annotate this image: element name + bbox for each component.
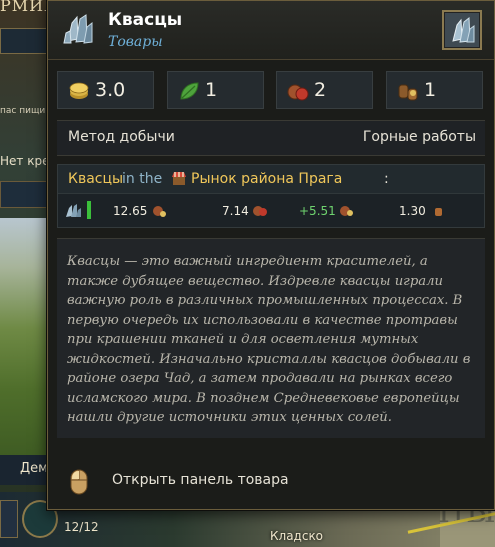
extraction-method-row: Метод добычи Горные работы	[57, 120, 485, 156]
goods-stats-row: 3.0 1 2 1	[57, 71, 485, 109]
barrel-small-icon	[435, 208, 442, 216]
market-supply-value: 7.14	[222, 204, 249, 218]
barrels-icon	[398, 84, 418, 101]
alum-crystal-icon	[452, 16, 475, 43]
market-balance-value: +5.51	[299, 204, 336, 218]
market-header: Квасцы in the Рынок района Прага :	[58, 165, 484, 194]
market-colon: :	[384, 171, 389, 187]
demand-goods-icon	[340, 206, 353, 216]
city-label[interactable]: Кладско	[270, 529, 323, 543]
background-dem-tab[interactable]: Дем	[0, 455, 50, 485]
extraction-method-label: Метод добычи	[68, 129, 175, 145]
market-name[interactable]: Рынок района Прага	[191, 171, 342, 187]
stat-value: 1	[205, 79, 218, 101]
goods-tooltip: Квасцы Товары 3.0 1 2 1 Метод добычи Гор…	[47, 0, 495, 510]
stat-goods[interactable]: 2	[276, 71, 373, 109]
stat-barrels[interactable]: 1	[386, 71, 483, 109]
leaf-icon	[180, 82, 199, 100]
stat-value: 3.0	[95, 79, 126, 101]
market-price-value: 12.65	[113, 204, 148, 218]
stat-base-price[interactable]: 3.0	[57, 71, 154, 109]
background-icon-row[interactable]	[0, 181, 50, 208]
background-net-text: Нет кре	[0, 154, 50, 168]
alum-crystal-icon	[66, 204, 81, 217]
market-info: Квасцы in the Рынок района Прага : 12.65	[57, 164, 485, 228]
goods-sack-icon	[287, 84, 309, 101]
price-coin-sack-icon	[153, 206, 166, 217]
goods-title: Квасцы	[108, 10, 183, 30]
market-stall-icon	[172, 172, 186, 185]
open-goods-panel-action[interactable]: Открыть панель товара	[70, 463, 330, 497]
market-extra-value: 1.30	[399, 204, 426, 218]
open-goods-panel-label[interactable]: Открыть панель товара	[112, 472, 289, 488]
stat-value: 2	[314, 79, 327, 101]
stat-leaf[interactable]: 1	[167, 71, 264, 109]
slot-count: 12/12	[64, 520, 99, 534]
market-good-name[interactable]: Квасцы	[68, 171, 123, 187]
gold-coin-icon	[69, 82, 89, 99]
alum-crystal-icon	[63, 14, 93, 44]
supply-goods-icon	[253, 206, 267, 216]
background-small-text: пас пищи	[0, 106, 46, 116]
market-values-row: 12.65 7.14 +5.51 1.30	[58, 195, 484, 227]
goods-description: Квасцы — это важный ингредиент красителе…	[57, 238, 485, 438]
supply-indicator-bar	[87, 201, 91, 219]
market-in-text: in the	[122, 171, 163, 187]
bottom-slot-button[interactable]	[0, 500, 18, 538]
goods-icon-button[interactable]	[442, 10, 482, 50]
stat-value: 1	[424, 79, 437, 101]
extraction-method-value[interactable]: Горные работы	[363, 129, 476, 145]
mouse-left-click-icon	[70, 469, 88, 495]
landscape-painting	[0, 218, 50, 463]
tooltip-header: Квасцы Товары	[48, 1, 494, 60]
goods-category[interactable]: Товары	[108, 34, 163, 50]
